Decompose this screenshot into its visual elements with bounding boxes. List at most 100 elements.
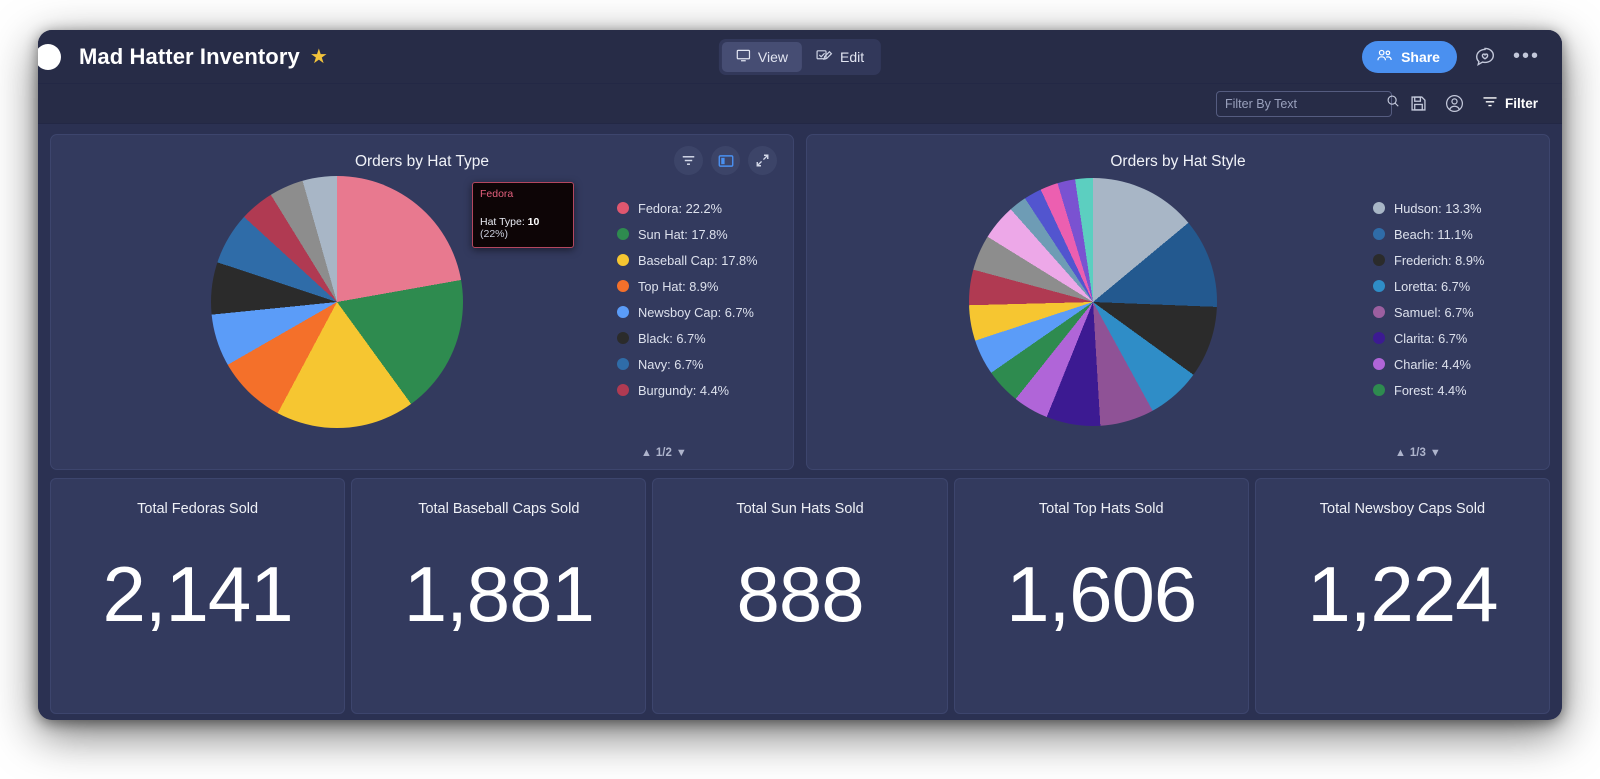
legend-item[interactable]: Top Hat: 8.9%: [617, 279, 779, 294]
pie-chart-area: Fedora Hat Type: 10 (22%): [57, 176, 617, 428]
tooltip-header: Fedora: [480, 188, 514, 200]
pie-chart-hat-type[interactable]: [211, 176, 463, 428]
legend-item-label: Clarita: 6.7%: [1394, 330, 1468, 346]
legend-swatch-icon: [617, 306, 629, 318]
legend-item[interactable]: Forest: 4.4%: [1373, 383, 1535, 398]
legend-swatch-icon: [1373, 306, 1385, 318]
pager-down-icon[interactable]: ▼: [676, 447, 687, 459]
filter-bar: Filter: [38, 84, 1562, 124]
panel-pager: ▲ 1/2 ▼: [641, 447, 687, 459]
kpi-card-value: 888: [736, 550, 864, 638]
legend-item[interactable]: Burgundy: 4.4%: [617, 383, 779, 398]
panel-pager: ▲ 1/3 ▼: [1395, 447, 1441, 459]
panel-orders-by-hat-type: Orders by Hat Type Fedora Hat Type: 10 (…: [50, 134, 794, 470]
kpi-card-value: 1,224: [1307, 550, 1498, 638]
legend-swatch-icon: [1373, 332, 1385, 344]
favorite-star-icon[interactable]: ★: [310, 47, 328, 67]
legend-item-label: Loretta: 6.7%: [1394, 278, 1471, 294]
legend-item-label: Fedora: 22.2%: [638, 200, 722, 216]
legend-swatch-icon: [1373, 358, 1385, 370]
share-button[interactable]: Share: [1362, 40, 1457, 73]
legend-item-label: Beach: 11.1%: [1394, 226, 1473, 242]
tooltip-row: Hat Type: 10 (22%): [480, 216, 566, 240]
title-group: Mad Hatter Inventory ★: [79, 44, 328, 70]
legend-item-label: Newsboy Cap: 6.7%: [638, 304, 754, 320]
legend-swatch-icon: [1373, 254, 1385, 266]
tooltip-percent: (22%): [480, 228, 509, 240]
kpi-card-label: Total Fedoras Sold: [137, 501, 259, 517]
legend-item[interactable]: Beach: 11.1%: [1373, 227, 1535, 242]
legend-item-label: Sun Hat: 17.8%: [638, 226, 728, 242]
legend-item[interactable]: Black: 6.7%: [617, 331, 779, 346]
legend-item[interactable]: Baseball Cap: 17.8%: [617, 253, 779, 268]
legend-swatch-icon: [617, 384, 629, 396]
page-title: Mad Hatter Inventory: [79, 43, 300, 69]
legend-item[interactable]: Hudson: 13.3%: [1373, 201, 1535, 216]
legend-item-label: Charlie: 4.4%: [1394, 356, 1471, 372]
chart-legend-hat-style: Hudson: 13.3% Beach: 11.1% Frederich: 8.9%…: [1373, 201, 1543, 398]
comment-heart-icon[interactable]: [1473, 45, 1497, 69]
kpi-card-label: Total Top Hats Sold: [1038, 501, 1164, 517]
share-button-label: Share: [1401, 48, 1440, 65]
pie-chart-area: [813, 178, 1373, 426]
chart-body: Fedora Hat Type: 10 (22%) Fedora: 22.2% S…: [51, 171, 793, 433]
chart-legend-hat-type: Fedora: 22.2% Sun Hat: 17.8% Baseball Cap:…: [617, 201, 787, 398]
legend-item[interactable]: Charlie: 4.4%: [1373, 357, 1535, 372]
filter-button-label: Filter: [1504, 96, 1538, 111]
legend-item[interactable]: Samuel: 6.7%: [1373, 305, 1535, 320]
legend-item[interactable]: Navy: 6.7%: [617, 357, 779, 372]
legend-item-label: Frederich: 8.9%: [1394, 252, 1485, 268]
kpi-card[interactable]: Total Fedoras Sold 2,141: [50, 478, 346, 714]
legend-item[interactable]: Sun Hat: 17.8%: [617, 227, 779, 242]
pager-label: 1/3: [1409, 447, 1426, 459]
tab-view[interactable]: View: [721, 41, 802, 72]
view-edit-toggle: View Edit: [718, 38, 882, 75]
filter-icon: [1482, 95, 1498, 112]
top-bar: Mad Hatter Inventory ★ View Edit Share •…: [38, 30, 1562, 84]
chart-tooltip: Fedora Hat Type: 10 (22%): [472, 182, 574, 248]
kpi-card[interactable]: Total Top Hats Sold 1,606: [953, 478, 1249, 714]
kpi-card[interactable]: Total Baseball Caps Sold 1,881: [351, 478, 647, 714]
legend-item[interactable]: Clarita: 6.7%: [1373, 331, 1535, 346]
legend-swatch-icon: [1373, 202, 1385, 214]
kpi-card[interactable]: Total Sun Hats Sold 888: [652, 478, 948, 714]
kpi-card-label: Total Sun Hats Sold: [736, 501, 864, 517]
legend-item[interactable]: Frederich: 8.9%: [1373, 253, 1535, 268]
legend-item-label: Navy: 6.7%: [638, 356, 704, 372]
filter-button[interactable]: Filter: [1482, 95, 1538, 112]
tab-edit[interactable]: Edit: [802, 42, 878, 72]
legend-swatch-icon: [617, 280, 629, 292]
pager-label: 1/2: [655, 447, 672, 459]
legend-swatch-icon: [1373, 228, 1385, 240]
legend-swatch-icon: [1373, 384, 1385, 396]
user-icon[interactable]: [1445, 94, 1464, 113]
legend-swatch-icon: [617, 202, 629, 214]
panel-orders-by-hat-style: Orders by Hat Style Hudson: 13.3% Beach: …: [806, 134, 1550, 470]
app-logo-icon[interactable]: [38, 43, 61, 70]
save-icon[interactable]: [1410, 95, 1427, 112]
legend-swatch-icon: [617, 254, 629, 266]
pager-up-icon[interactable]: ▲: [641, 447, 652, 459]
kpi-card[interactable]: Total Newsboy Caps Sold 1,224: [1254, 478, 1551, 714]
legend-item[interactable]: Fedora: 22.2%: [617, 201, 779, 216]
pager-down-icon[interactable]: ▼: [1430, 447, 1441, 459]
edit-pencil-icon: [816, 48, 833, 66]
chart-body: Hudson: 13.3% Beach: 11.1% Frederich: 8.9%…: [807, 171, 1549, 433]
app-window: Mad Hatter Inventory ★ View Edit Share •…: [38, 30, 1562, 720]
search-input[interactable]: [1224, 96, 1386, 111]
pager-up-icon[interactable]: ▲: [1395, 447, 1406, 459]
legend-item-label: Samuel: 6.7%: [1394, 304, 1474, 320]
more-options-icon[interactable]: •••: [1513, 45, 1540, 68]
legend-item[interactable]: Newsboy Cap: 6.7%: [617, 305, 779, 320]
tab-edit-label: Edit: [839, 48, 865, 65]
search-box[interactable]: [1215, 90, 1399, 117]
search-icon[interactable]: [1386, 94, 1400, 113]
legend-item[interactable]: Loretta: 6.7%: [1373, 279, 1535, 294]
legend-item-label: Burgundy: 4.4%: [638, 382, 730, 398]
legend-swatch-icon: [617, 228, 629, 240]
legend-item-label: Hudson: 13.3%: [1394, 200, 1482, 216]
kpi-card-label: Total Baseball Caps Sold: [418, 501, 580, 517]
kpi-card-value: 2,141: [102, 550, 294, 638]
kpi-row: Total Fedoras Sold 2,141 Total Baseball Ca…: [50, 478, 1551, 714]
pie-chart-hat-style[interactable]: [969, 178, 1217, 426]
